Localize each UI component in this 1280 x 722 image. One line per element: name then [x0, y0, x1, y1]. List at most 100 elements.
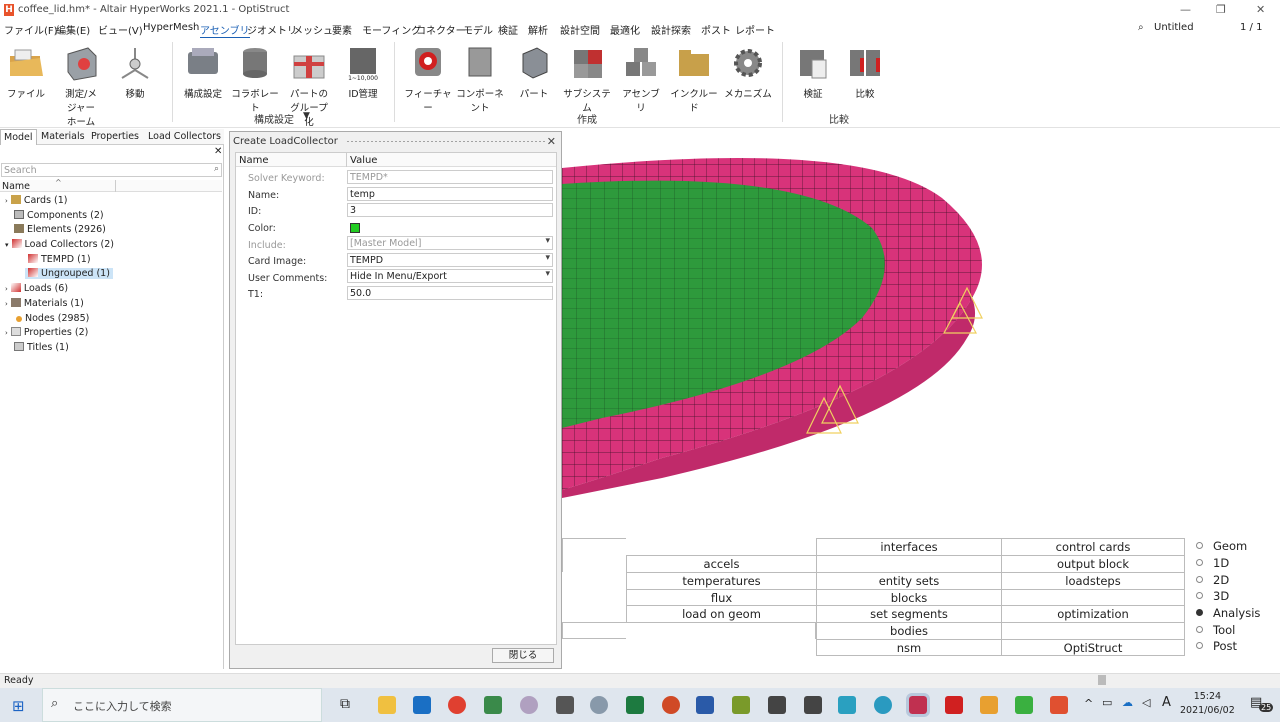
graphics-viewport[interactable] — [562, 128, 1280, 538]
chrome-icon[interactable] — [448, 696, 466, 714]
acrobat-icon[interactable] — [945, 696, 963, 714]
app-icon[interactable] — [520, 696, 538, 714]
panel-cell[interactable] — [562, 622, 626, 639]
hyperworks-icon[interactable] — [906, 693, 930, 717]
excel-icon[interactable] — [626, 696, 644, 714]
tab-load-collectors[interactable]: Load Collectors — [145, 131, 224, 142]
panel-cell[interactable] — [1001, 589, 1185, 606]
id-manage-button[interactable]: 1~10,000 ID管理 — [340, 44, 386, 100]
browser-close-icon[interactable]: ✕ — [214, 146, 222, 157]
app-icon[interactable] — [980, 696, 998, 714]
panel-temperatures[interactable]: temperatures — [626, 572, 816, 589]
menu-mesh[interactable]: メッシュ — [293, 22, 333, 37]
menu-view[interactable]: ビュー(V) — [98, 22, 143, 37]
panel-optistruct[interactable]: OptiStruct — [1001, 639, 1185, 656]
tree-item-nodes[interactable]: Nodes (2985) — [14, 313, 89, 324]
mechanism-button[interactable]: メカニズム — [724, 44, 772, 100]
menu-morphing[interactable]: モーフィング — [362, 22, 421, 37]
radio-analysis[interactable]: Analysis — [1196, 606, 1260, 620]
part-button[interactable]: パート — [514, 44, 554, 100]
sort-icon[interactable]: ^ — [55, 178, 62, 187]
panel-bodies[interactable]: bodies — [816, 622, 1001, 639]
search-icon[interactable]: ⌕ — [1138, 22, 1144, 33]
search-input[interactable]: Search ⌕ — [1, 163, 222, 177]
onedrive-icon[interactable]: ☁ — [1122, 696, 1133, 709]
calculator-icon[interactable] — [556, 696, 574, 714]
tree-item-cards[interactable]: › Cards (1) — [5, 195, 68, 206]
app-icon[interactable] — [874, 696, 892, 714]
include-button[interactable]: インクルード — [668, 44, 720, 114]
panel-cell[interactable] — [816, 555, 1001, 572]
panel-loadsteps[interactable]: loadsteps — [1001, 572, 1185, 589]
menu-edit[interactable]: 編集(E) — [56, 22, 90, 37]
component-button[interactable]: コンポーネント — [452, 44, 508, 114]
tree-header-name[interactable]: Name — [2, 181, 30, 192]
volume-icon[interactable]: ◁ — [1142, 696, 1150, 709]
drag-handle[interactable] — [346, 140, 546, 143]
tree-item-tempd[interactable]: TEMPD (1) — [28, 254, 91, 265]
tree-item-materials[interactable]: › Materials (1) — [5, 298, 84, 309]
terminal-icon[interactable] — [768, 696, 786, 714]
user-comments-select[interactable]: Hide In Menu/Export ▾ — [347, 269, 553, 283]
panel-accels[interactable]: accels — [626, 555, 816, 572]
menu-elements[interactable]: 要素 — [332, 22, 352, 37]
explorer-icon[interactable] — [378, 696, 396, 714]
menu-assembly[interactable]: アセンブリ — [200, 22, 250, 39]
config-button[interactable]: 構成設定 — [180, 44, 226, 100]
minimize-button[interactable]: — — [1180, 3, 1191, 16]
app-icon[interactable] — [1015, 696, 1033, 714]
panel-optimization[interactable]: optimization — [1001, 605, 1185, 622]
radio-post[interactable]: Post — [1196, 639, 1237, 653]
panel-interfaces[interactable]: interfaces — [816, 538, 1001, 555]
windows-start-icon[interactable]: ⊞ — [12, 697, 25, 715]
id-field[interactable]: 3 — [347, 203, 553, 217]
radio-3d[interactable]: 3D — [1196, 589, 1229, 603]
card-image-select[interactable]: TEMPD ▾ — [347, 253, 553, 267]
tree-item-properties[interactable]: › Properties (2) — [5, 327, 88, 338]
tree-item-titles[interactable]: Titles (1) — [14, 342, 69, 353]
panel-cell[interactable] — [562, 538, 626, 555]
menu-optimization[interactable]: 最適化 — [610, 22, 640, 37]
t1-field[interactable]: 50.0 — [347, 286, 553, 300]
menu-verify[interactable]: 検証 — [498, 22, 518, 37]
task-view-icon[interactable]: ⧉ — [340, 696, 350, 712]
app-icon[interactable] — [590, 696, 608, 714]
terminal-icon[interactable] — [804, 696, 822, 714]
chevron-down-icon[interactable]: ▼ — [303, 111, 310, 121]
clock[interactable]: 15:24 2021/06/02 — [1180, 690, 1235, 718]
collaborate-button[interactable]: コラボレート — [230, 44, 280, 114]
tree-item-ungrouped[interactable]: Ungrouped (1) — [25, 268, 113, 279]
assembly-button[interactable]: アセンブリ — [618, 44, 664, 114]
measure-button[interactable]: 測定/メ ジャー ホーム — [58, 44, 104, 128]
menu-model[interactable]: モデル — [463, 22, 493, 37]
menu-geometry[interactable]: ジオメトリ — [247, 22, 297, 37]
radio-2d[interactable]: 2D — [1196, 573, 1229, 587]
menu-design-space[interactable]: 設計空間 — [560, 22, 600, 37]
app-icon[interactable] — [732, 696, 750, 714]
menu-report[interactable]: レポート — [735, 22, 775, 37]
menu-connectors[interactable]: コネクター — [416, 22, 466, 37]
vim-icon[interactable] — [484, 696, 502, 714]
tree-item-elements[interactable]: Elements (2926) — [14, 224, 106, 235]
file-button[interactable]: ファイル — [4, 44, 48, 100]
session-name[interactable]: Untitled — [1154, 22, 1194, 33]
color-swatch[interactable] — [350, 223, 360, 233]
panel-nsm[interactable]: nsm — [816, 639, 1001, 656]
panel-output-block[interactable]: output block — [1001, 555, 1185, 572]
radio-tool[interactable]: Tool — [1196, 623, 1235, 637]
panel-control-cards[interactable]: control cards — [1001, 538, 1185, 555]
tab-materials[interactable]: Materials — [38, 131, 88, 142]
name-field[interactable]: temp — [347, 187, 553, 201]
battery-icon[interactable]: ▭ — [1102, 696, 1112, 709]
maximize-button[interactable]: ❐ — [1216, 3, 1226, 16]
menu-analysis[interactable]: 解析 — [528, 22, 548, 37]
panel-blocks[interactable]: blocks — [816, 589, 1001, 606]
ime-indicator[interactable]: A — [1162, 695, 1171, 710]
dialog-close-icon[interactable]: ✕ — [547, 135, 556, 148]
menu-design-explore[interactable]: 設計探索 — [651, 22, 691, 37]
outlook-icon[interactable] — [413, 696, 431, 714]
app-icon[interactable] — [1050, 696, 1068, 714]
app-icon[interactable] — [838, 696, 856, 714]
powershell-icon[interactable] — [696, 696, 714, 714]
panel-flux[interactable]: flux — [626, 589, 816, 606]
